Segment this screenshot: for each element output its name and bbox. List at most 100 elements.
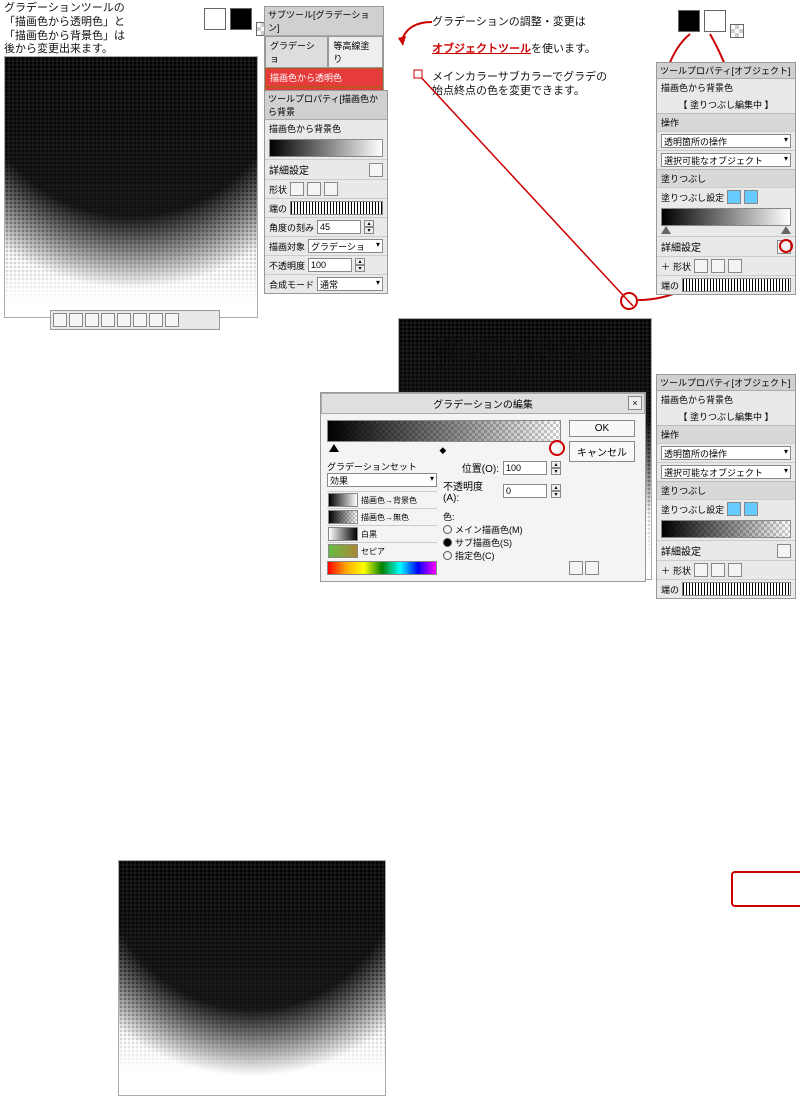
shape-opt1[interactable] (290, 182, 304, 196)
tool-icon[interactable] (53, 313, 67, 327)
gradient-preview-bottom[interactable] (661, 520, 791, 538)
tool-icon[interactable] (165, 313, 179, 327)
radio-sub[interactable]: サブ描画色(S) (455, 536, 512, 549)
color-swatches-right (678, 10, 744, 38)
detail-label[interactable]: 詳細設定 (269, 162, 309, 177)
preset1[interactable]: 描画色→背景色 (361, 495, 417, 506)
swatch-white[interactable] (204, 8, 226, 30)
fill-head2: 塗りつぶし (657, 481, 795, 499)
shape-opt[interactable] (711, 563, 725, 577)
shape-label3: 形状 (673, 564, 691, 577)
note-bottom: 詳細設定の終点の△をクリックして 不透明度を"0"にすると色→透明の グラデにな… (434, 336, 674, 377)
opacity-spin[interactable]: ▴▾ (355, 258, 365, 272)
preset4[interactable]: セピア (361, 546, 385, 557)
canvas-bottom[interactable] (118, 860, 386, 1096)
preset2[interactable]: 描画色→無色 (361, 512, 409, 523)
close-icon[interactable]: × (628, 396, 642, 410)
gradient-preview-right[interactable] (661, 208, 791, 226)
gradient-preview[interactable] (269, 139, 383, 157)
swatch-transparent[interactable] (730, 24, 744, 38)
stop-start-icon[interactable] (661, 226, 671, 234)
opa-input[interactable] (503, 484, 547, 498)
op-transparent2[interactable]: 透明箇所の操作 (661, 446, 791, 460)
cancel-button[interactable]: キャンセル (569, 441, 635, 462)
objprop-header: ツールプロパティ[オブジェクト] (657, 63, 795, 79)
pos-input[interactable] (503, 461, 547, 475)
tool-icon[interactable] (149, 313, 163, 327)
shape-opt3[interactable] (324, 182, 338, 196)
dialog-title: グラデーションの編集 (433, 400, 533, 411)
op-selectable2[interactable]: 選択可能なオブジェクト (661, 465, 791, 479)
shape-opt2[interactable] (307, 182, 321, 196)
radio-spec[interactable]: 指定色(C) (455, 549, 495, 562)
edge-label: 端の (269, 202, 287, 215)
edge-options3[interactable] (682, 582, 791, 596)
preset3[interactable]: 白黒 (361, 529, 377, 540)
handle-endpoint-circle (620, 292, 638, 310)
dialog-stop-start[interactable] (329, 444, 339, 452)
shape-opt[interactable] (694, 259, 708, 273)
tool-icon[interactable] (117, 313, 131, 327)
stop-end-icon[interactable] (781, 226, 791, 234)
edge-options2[interactable] (682, 278, 791, 292)
preset-rainbow[interactable] (327, 561, 437, 575)
angle-input[interactable] (317, 220, 361, 234)
objprop-editing2: 【 塗りつぶし編集中 】 (657, 408, 795, 425)
midpoint-icon[interactable]: ◆ (439, 445, 446, 456)
shape-opt[interactable] (728, 259, 742, 273)
opacity-input[interactable] (308, 258, 352, 272)
pos-spin[interactable]: ▴▾ (551, 461, 561, 475)
shape-opt[interactable] (728, 563, 742, 577)
toolprop-title: 描画色から背景色 (265, 120, 387, 137)
shape-opt[interactable] (711, 259, 725, 273)
shape-opt[interactable] (694, 563, 708, 577)
opa-highlight (731, 871, 800, 907)
gear-icon[interactable] (585, 561, 599, 575)
swatch-black[interactable] (230, 8, 252, 30)
edge-options[interactable] (290, 201, 383, 215)
preset-column: グラデーションセット 効果 描画色→背景色 描画色→無色 白黒 セピア (327, 460, 437, 575)
pos-label: 位置(O): (462, 460, 499, 475)
effect-dropdown[interactable]: 効果 (327, 473, 437, 487)
opa-spin[interactable]: ▴▾ (551, 484, 561, 498)
stop-end-circle (779, 239, 793, 253)
objprop-title: 描画色から背景色 (657, 79, 795, 96)
detail-collapse-icon[interactable] (777, 544, 791, 558)
shape-label2: 形状 (673, 260, 691, 273)
tool-icon[interactable] (69, 313, 83, 327)
target-label: 描画対象 (269, 240, 305, 253)
ok-button[interactable]: OK (569, 420, 635, 437)
toolprop-header: ツールプロパティ[描画色から背景 (265, 91, 387, 120)
detail-label2[interactable]: 詳細設定 (661, 239, 701, 254)
fillset-btn[interactable] (727, 502, 741, 516)
detail-label3[interactable]: 詳細設定 (661, 543, 701, 558)
objprop-header2: ツールプロパティ[オブジェクト] (657, 375, 795, 391)
detail-collapse-icon[interactable] (369, 163, 383, 177)
fillset-btn2[interactable] (744, 190, 758, 204)
tool-icon[interactable] (101, 313, 115, 327)
mode-dropdown[interactable]: 通常 (317, 277, 383, 291)
objprop-editing: 【 塗りつぶし編集中 】 (657, 96, 795, 113)
tab-gradient[interactable]: グラデーショ (265, 36, 328, 68)
swatch-white[interactable] (704, 10, 726, 32)
fill-head: 塗りつぶし (657, 169, 795, 187)
subtool-tabs: グラデーショ 等高線塗り (265, 36, 383, 68)
fillset-btn1[interactable] (727, 190, 741, 204)
edge-label3: 端の (661, 583, 679, 596)
dialog-gradient-bar[interactable] (327, 420, 561, 442)
swatch-black[interactable] (678, 10, 700, 32)
fillset-btn[interactable] (744, 502, 758, 516)
op-transparent[interactable]: 透明箇所の操作 (661, 134, 791, 148)
op-selectable[interactable]: 選択可能なオブジェクト (661, 153, 791, 167)
dialog-stop-end-circle (549, 440, 565, 456)
toolprop-panel: ツールプロパティ[描画色から背景 描画色から背景色 詳細設定 形状 端の 角度の… (264, 90, 388, 294)
tab-contour[interactable]: 等高線塗り (328, 36, 383, 68)
tool-icon[interactable] (133, 313, 147, 327)
canvas-left[interactable] (4, 56, 258, 318)
lock-icon[interactable] (569, 561, 583, 575)
tool-icon[interactable] (85, 313, 99, 327)
radio-main[interactable]: メイン描画色(M) (455, 523, 523, 536)
angle-spin[interactable]: ▴▾ (364, 220, 374, 234)
item-to-transparent[interactable]: 描画色から透明色 (265, 68, 383, 87)
target-dropdown[interactable]: グラデーショ (308, 239, 383, 253)
